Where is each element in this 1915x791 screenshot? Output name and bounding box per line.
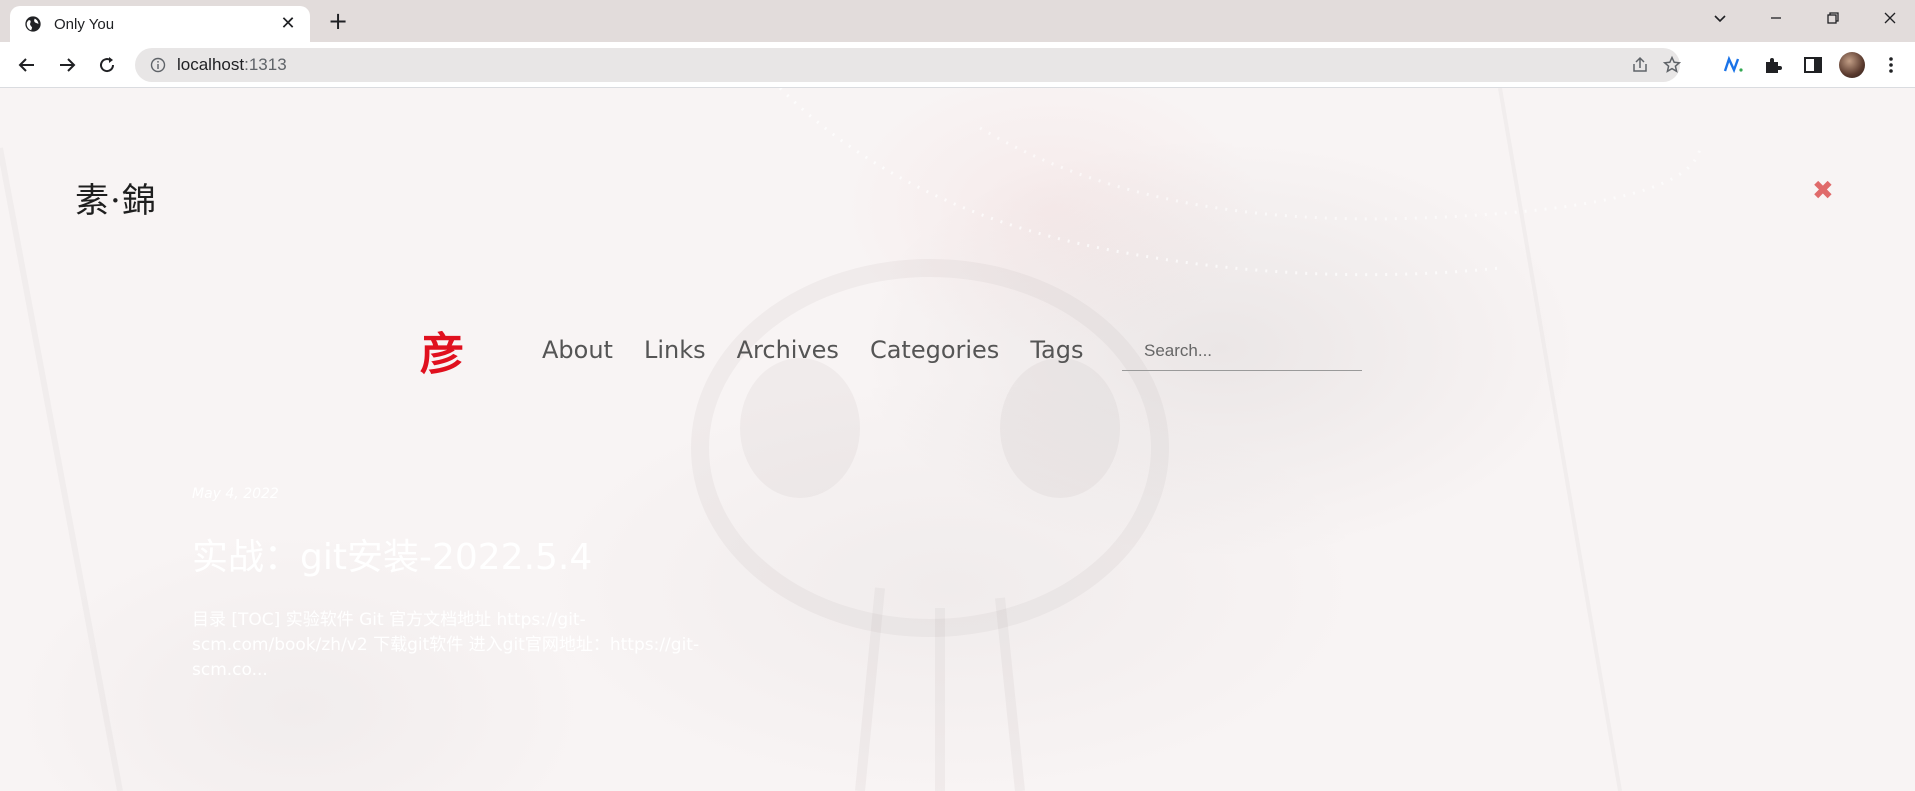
reload-button[interactable] — [92, 50, 122, 80]
search-input[interactable] — [1122, 331, 1362, 371]
restore-icon[interactable] — [1809, 0, 1857, 36]
menu-kebab-icon[interactable] — [1880, 54, 1902, 76]
extension-n-icon[interactable] — [1722, 54, 1744, 76]
info-icon[interactable] — [150, 57, 166, 73]
tab-close-icon[interactable]: ✕ — [278, 14, 298, 34]
share-icon[interactable] — [1630, 55, 1650, 75]
post-excerpt: 目录 [TOC] 实验软件 Git 官方文档地址 https://git-scm… — [192, 610, 700, 680]
profile-avatar[interactable] — [1839, 52, 1865, 78]
nav-links[interactable]: Links — [644, 336, 706, 364]
nav-archives[interactable]: Archives — [737, 336, 839, 364]
new-tab-button[interactable]: + — [324, 8, 352, 36]
address-bar[interactable]: localhost:1313 — [135, 48, 1682, 82]
site-brand[interactable]: 素·錦 — [75, 173, 157, 222]
close-menu-icon[interactable]: ✖ — [1812, 176, 1834, 206]
reload-icon — [100, 57, 115, 73]
browser-toolbar: localhost:1313 — [0, 42, 1915, 88]
tab-title: Only You — [54, 15, 115, 33]
nav-categories[interactable]: Categories — [870, 336, 999, 364]
extensions-puzzle-icon[interactable] — [1762, 54, 1784, 76]
tab-strip: Only You ✕ + — [0, 0, 1915, 42]
post-title[interactable]: 实战：git安装-2022.5.4 — [192, 528, 592, 580]
window-close-icon[interactable] — [1866, 0, 1914, 36]
page-content: 素·錦 ✖ 彦 About Links Archives Categories … — [0, 88, 1915, 791]
nav-logo[interactable]: 彦 — [420, 318, 464, 382]
back-arrow-icon — [18, 58, 34, 72]
nav-about[interactable]: About — [542, 336, 613, 364]
tab-search-icon[interactable] — [1696, 0, 1744, 36]
forward-arrow-icon — [60, 58, 76, 72]
back-button[interactable] — [12, 50, 42, 80]
url-text[interactable]: localhost:1313 — [177, 55, 287, 75]
side-panel-icon[interactable] — [1802, 54, 1824, 76]
bookmark-star-icon[interactable] — [1662, 55, 1682, 75]
browser-tab[interactable]: Only You ✕ — [10, 6, 310, 42]
minimize-icon[interactable] — [1752, 0, 1800, 36]
post-date: May 4, 2022 — [192, 486, 279, 502]
nav-tags[interactable]: Tags — [1030, 336, 1083, 364]
main-nav: 彦 About Links Archives Categories Tags — [420, 320, 1114, 380]
globe-icon — [25, 16, 41, 32]
background-artwork — [0, 88, 1702, 791]
forward-button[interactable] — [52, 50, 82, 80]
